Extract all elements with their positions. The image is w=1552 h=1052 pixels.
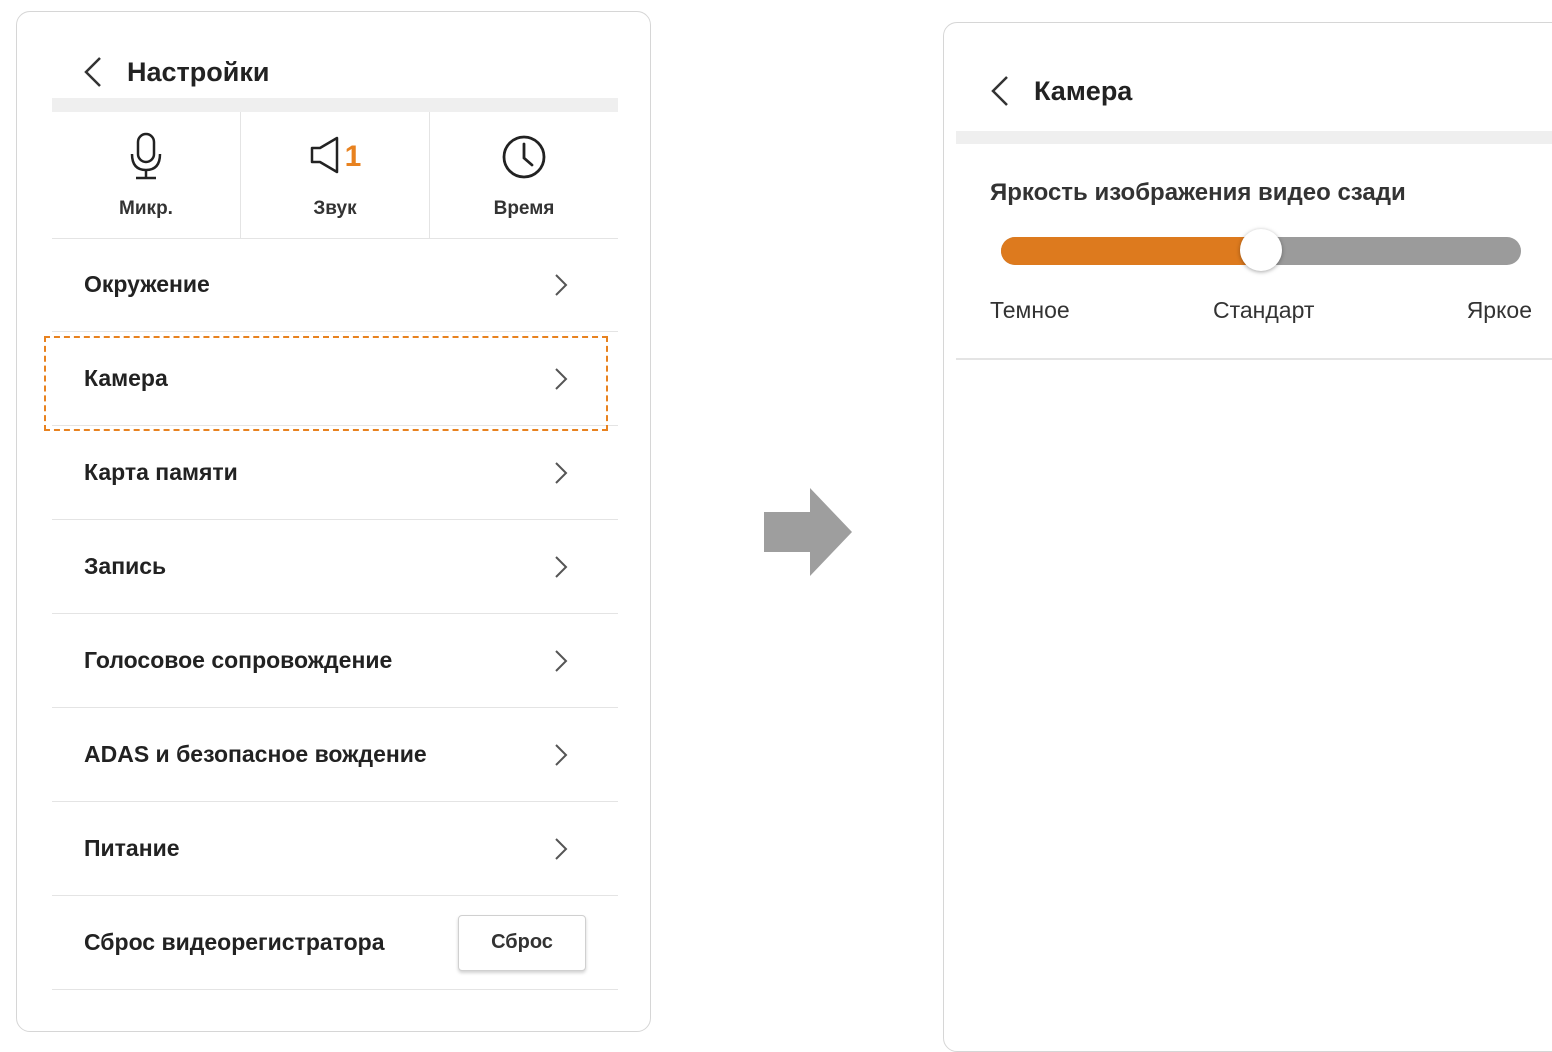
header-separator [52,98,618,112]
menu-item-label: Карта памяти [84,459,238,485]
arrow-right-icon [764,488,852,576]
camera-header: Камера [990,71,1132,111]
quick-item-mic[interactable]: Микр. [52,112,241,238]
back-icon[interactable] [990,71,1012,111]
menu-item-reset: Сброс видеорегистратора Сброс [52,896,618,990]
menu-item-label: Запись [84,553,167,579]
menu-item-environment[interactable]: Окружение [52,238,618,332]
quick-item-label: Звук [313,198,357,219]
settings-screen: Настройки Микр. 1 Звук Время Окружение К… [16,11,651,1032]
chevron-right-icon [555,649,568,672]
quick-settings-row: Микр. 1 Звук Время [52,112,618,239]
volume-badge: 1 [344,140,362,173]
menu-item-voice-guidance[interactable]: Голосовое сопровождение [52,614,618,708]
settings-menu: Окружение Камера Карта памяти Запись Гол… [44,238,618,990]
scale-label-bright: Яркое [1466,297,1532,323]
quick-item-time[interactable]: Время [430,112,618,238]
menu-item-memory-card[interactable]: Карта памяти [52,426,618,520]
chevron-right-icon [555,367,568,390]
chevron-right-icon [555,461,568,484]
chevron-right-icon [555,743,568,766]
clock-icon [501,132,547,182]
chevron-right-icon [555,837,568,860]
quick-item-label: Микр. [119,198,173,219]
chevron-right-icon [555,273,568,296]
menu-item-label: Голосовое сопровождение [84,647,393,673]
quick-item-label: Время [493,198,555,219]
scale-label-dark: Темное [990,297,1070,323]
back-icon[interactable] [83,52,105,92]
slider-thumb[interactable] [1240,229,1282,271]
settings-header: Настройки [83,42,269,102]
slider-fill [1001,237,1261,265]
menu-item-adas[interactable]: ADAS и безопасное вождение [52,708,618,802]
slider-scale: Темное Стандарт Яркое [990,297,1532,327]
divider [956,358,1552,360]
microphone-icon [126,132,166,182]
speaker-icon [309,135,343,180]
chevron-right-icon [555,555,568,578]
menu-item-label: Сброс видеорегистратора [84,929,385,955]
menu-item-label: Питание [84,835,180,861]
page-title: Настройки [127,56,270,87]
page-title: Камера [1034,75,1133,106]
camera-screen: Камера Яркость изображения видео сзади Т… [943,22,1552,1052]
menu-item-label: ADAS и безопасное вождение [84,741,427,767]
menu-item-power[interactable]: Питание [52,802,618,896]
menu-item-label: Окружение [84,271,210,297]
brightness-slider[interactable] [1001,229,1521,271]
menu-item-recording[interactable]: Запись [52,520,618,614]
quick-item-sound[interactable]: 1 Звук [241,112,430,238]
menu-item-label: Камера [84,365,168,391]
setting-label: Яркость изображения видео сзади [990,179,1406,206]
header-separator [956,131,1552,144]
menu-item-camera[interactable]: Камера [44,332,618,431]
scale-label-standard: Стандарт [1213,297,1315,323]
reset-button[interactable]: Сброс [458,914,586,971]
